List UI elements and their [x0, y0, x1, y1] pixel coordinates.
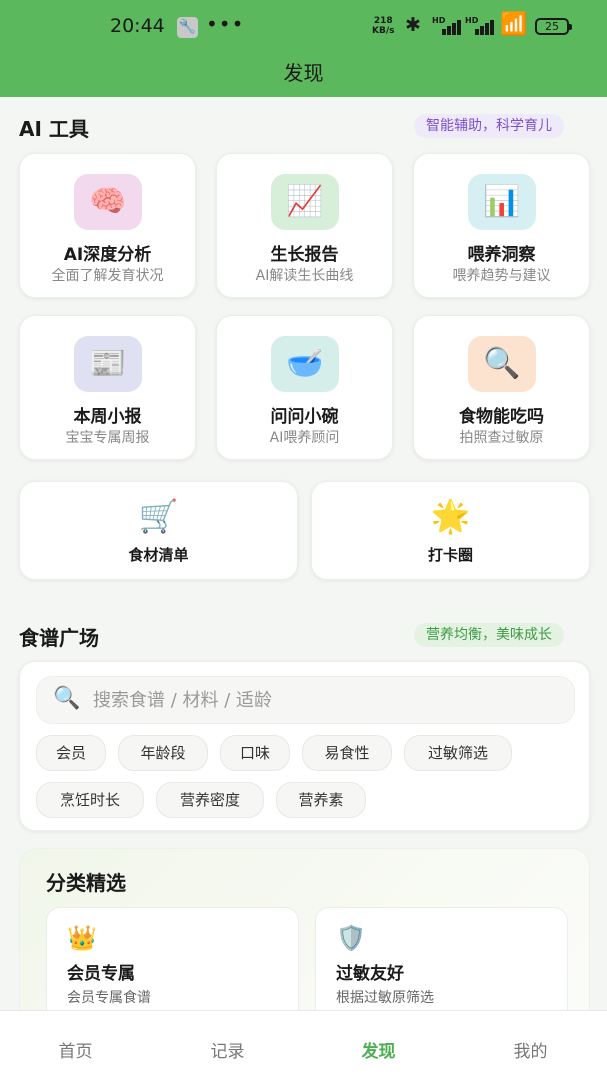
brain-icon: 🧠: [74, 174, 142, 230]
category-name: 会员专属: [67, 964, 135, 984]
tool-title: 生长报告: [270, 245, 339, 265]
cart-icon: 🛒: [138, 497, 179, 535]
tool-subtitle: AI解读生长曲线: [255, 268, 354, 284]
ai-tools-tagline: 智能辅助，科学育儿: [414, 114, 564, 138]
tool-growth-report[interactable]: 📈 生长报告 AI解读生长曲线: [216, 153, 393, 298]
recipe-search-card: 🔍 会员 年龄段 口味 易食性 过敏筛选 烹饪时长 营养密度 营养素: [19, 661, 590, 831]
filter-chip-allergy[interactable]: 过敏筛选: [404, 735, 512, 771]
tab-home[interactable]: 首页: [0, 1037, 151, 1062]
shield-icon: 🛡️: [336, 924, 366, 952]
tool-title: 喂养洞察: [467, 245, 536, 265]
network-speed: 218 KB/s: [372, 16, 394, 36]
wide-card-title: 食材清单: [128, 546, 189, 564]
category-desc: 根据过敏原筛选: [336, 990, 434, 1006]
filter-chip-cook-time[interactable]: 烹饪时长: [36, 782, 144, 818]
filter-chip-member[interactable]: 会员: [36, 735, 106, 771]
category-title: 分类精选: [46, 871, 126, 895]
tool-grocery-list[interactable]: 🛒 食材清单: [19, 481, 298, 580]
tool-subtitle: 全面了解发育状况: [51, 268, 164, 284]
bar-chart-icon: 📊: [468, 174, 536, 230]
more-notifications-icon: •••: [206, 12, 245, 36]
network-speed-value: 218: [373, 16, 393, 26]
wifi-icon: 📶: [500, 12, 528, 37]
tool-subtitle: AI喂养顾问: [269, 430, 340, 446]
tool-food-check[interactable]: 🔍 食物能吃吗 拍照查过敏原: [413, 315, 590, 460]
category-desc: 会员专属食谱: [67, 990, 151, 1006]
star-icon: 🌟: [430, 497, 471, 535]
tool-ai-deep-analysis[interactable]: 🧠 AI深度分析 全面了解发育状况: [19, 153, 196, 298]
filter-chip-nutrient-density[interactable]: 营养密度: [156, 782, 264, 818]
category-name: 过敏友好: [336, 964, 404, 984]
status-bar: 20:44 🔧 ••• 218 KB/s ✱ HD HD 📶 25: [0, 0, 607, 52]
search-icon: 🔍: [53, 686, 81, 711]
tab-discover[interactable]: 发现: [303, 1037, 454, 1062]
tab-records[interactable]: 记录: [152, 1037, 303, 1062]
tool-feeding-insight[interactable]: 📊 喂养洞察 喂养趋势与建议: [413, 153, 590, 298]
bottom-tab-bar: 首页 记录 发现 我的: [0, 1010, 607, 1080]
tool-subtitle: 拍照查过敏原: [459, 430, 544, 446]
wrench-icon: 🔧: [177, 17, 198, 38]
status-time: 20:44: [110, 15, 165, 37]
signal-icon-2: HD: [465, 16, 495, 35]
tool-checkin-circle[interactable]: 🌟 打卡圈: [311, 481, 590, 580]
app-header: 20:44 🔧 ••• 218 KB/s ✱ HD HD 📶 25 发现: [0, 0, 607, 97]
newspaper-icon: 📰: [74, 336, 142, 392]
tool-title: AI深度分析: [63, 245, 152, 265]
tab-mine[interactable]: 我的: [455, 1037, 606, 1062]
tool-weekly-report[interactable]: 📰 本周小报 宝宝专属周报: [19, 315, 196, 460]
recipes-tagline: 营养均衡，美味成长: [414, 623, 564, 647]
tool-title: 问问小碗: [270, 407, 339, 427]
wide-card-title: 打卡圈: [427, 546, 473, 564]
hd-label-2: HD: [465, 16, 479, 25]
ai-tools-title: AI 工具: [19, 117, 89, 141]
signal-icon: HD: [432, 16, 462, 35]
tool-title: 本周小报: [73, 407, 142, 427]
battery-icon: 25: [535, 18, 572, 35]
tool-subtitle: 宝宝专属周报: [65, 430, 150, 446]
recipes-title: 食谱广场: [19, 626, 99, 650]
bowl-icon: 🥣: [271, 336, 339, 392]
crown-icon: 👑: [67, 924, 97, 952]
tool-subtitle: 喂养趋势与建议: [452, 268, 551, 284]
page-title: 发现: [283, 61, 324, 85]
filter-chip-nutrients[interactable]: 营养素: [276, 782, 366, 818]
bluetooth-icon: ✱: [405, 14, 421, 36]
tool-title: 食物能吃吗: [459, 407, 544, 427]
tool-ask-bowl[interactable]: 🥣 问问小碗 AI喂养顾问: [216, 315, 393, 460]
hd-label: HD: [432, 16, 446, 25]
filter-chip-ease[interactable]: 易食性: [302, 735, 392, 771]
chart-up-icon: 📈: [271, 174, 339, 230]
network-speed-unit: KB/s: [372, 26, 395, 36]
filter-chip-flavor[interactable]: 口味: [220, 735, 290, 771]
search-input[interactable]: [93, 687, 563, 713]
filter-chip-age[interactable]: 年龄段: [118, 735, 208, 771]
search-box[interactable]: 🔍: [36, 676, 575, 724]
magnifier-icon: 🔍: [468, 336, 536, 392]
